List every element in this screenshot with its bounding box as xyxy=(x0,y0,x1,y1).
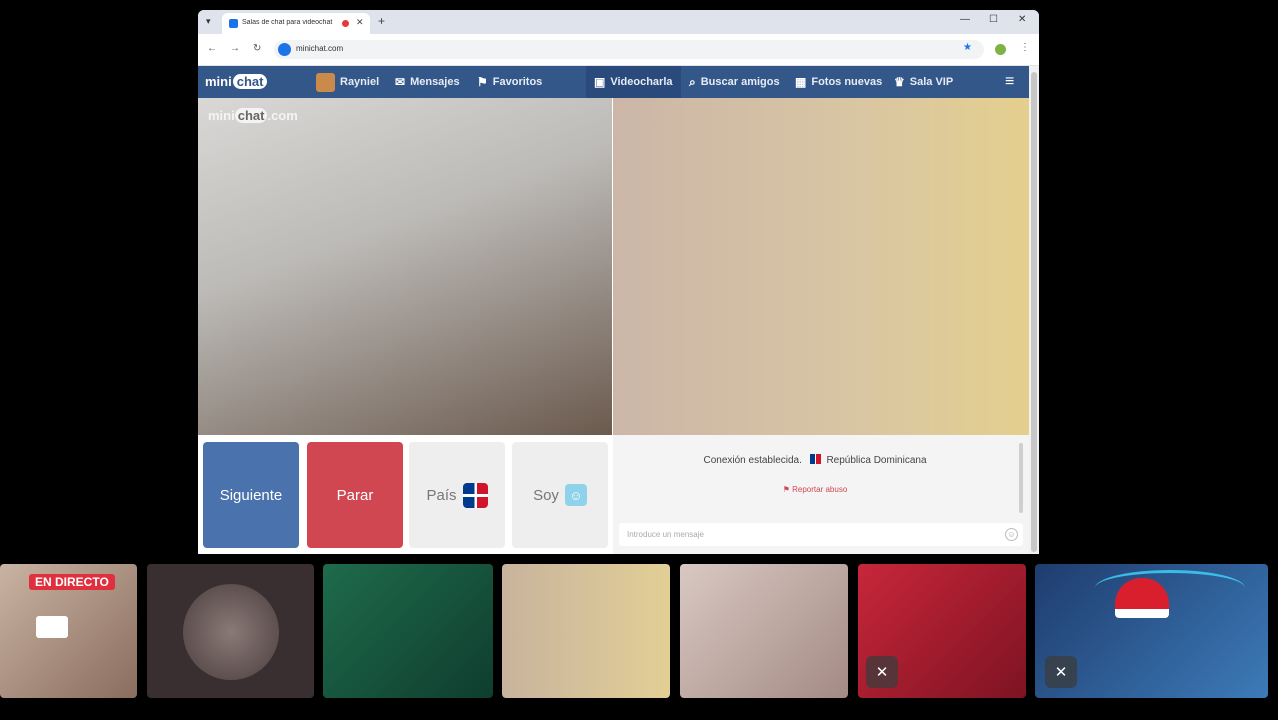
stream-thumbnail-1[interactable]: EN DIRECTO xyxy=(0,564,137,698)
country-filter-button[interactable]: País xyxy=(409,442,505,548)
soy-label: Soy xyxy=(533,486,559,504)
close-tab-icon[interactable]: ✕ xyxy=(356,17,364,28)
minichat-logo[interactable]: mini chat xyxy=(205,74,268,89)
country-label: País xyxy=(426,486,457,504)
nav-item-vip[interactable]: ♛ Sala VIP xyxy=(894,66,953,98)
url-text: minichat.com xyxy=(296,44,344,53)
menu-icon[interactable]: ⋮ xyxy=(1020,42,1030,53)
bookmark-star-icon[interactable]: ★ xyxy=(963,42,972,53)
flag-icon: ⚑ xyxy=(782,485,790,494)
self-video xyxy=(613,98,1029,435)
nav-item-new-photos[interactable]: ▦ Fotos nuevas xyxy=(795,66,882,98)
nav-label: Sala VIP xyxy=(909,76,954,88)
maximize-icon[interactable]: ☐ xyxy=(989,14,998,25)
report-label: Reportar abuso xyxy=(792,485,848,494)
stop-button[interactable]: Parar xyxy=(307,442,403,548)
tab-bar: ▾ Salas de chat para videochat ✕ + — ☐ ✕ xyxy=(198,10,1039,34)
new-tab-icon[interactable]: + xyxy=(378,14,385,28)
stream-thumbnail-3[interactable] xyxy=(323,564,493,698)
screen-share-icon xyxy=(36,616,68,638)
tab-title: Salas de chat para videochat xyxy=(242,19,333,26)
site-navbar: mini chat Rayniel ✉ Mensajes ⚑ Favoritos … xyxy=(198,66,1029,98)
crown-icon: ♛ xyxy=(894,75,905,89)
browser-tab[interactable]: Salas de chat para videochat ✕ xyxy=(222,13,370,34)
nav-item-favorites[interactable]: ⚑ Favoritos xyxy=(477,66,542,98)
forward-icon[interactable]: → xyxy=(230,43,240,54)
screen: ▾ Salas de chat para videochat ✕ + — ☐ ✕… xyxy=(0,0,1278,720)
mic-muted-icon[interactable]: ✕ xyxy=(866,656,898,688)
nav-item-videochat[interactable]: ▣ Videocharla xyxy=(586,66,681,98)
site-info-icon[interactable] xyxy=(278,43,291,56)
nav-label: Buscar amigos xyxy=(700,76,780,88)
minimize-icon[interactable]: — xyxy=(960,14,970,25)
nav-item-find-friends[interactable]: ⌕ Buscar amigos xyxy=(689,66,780,98)
nav-label: Mensajes xyxy=(410,76,460,88)
stream-thumbnail-2[interactable] xyxy=(147,564,314,698)
profile-icon[interactable] xyxy=(995,44,1006,55)
circle-video xyxy=(183,584,279,680)
message-input[interactable]: Introduce un mensaje ☺ xyxy=(619,523,1023,546)
logo-badge: chat xyxy=(232,74,268,89)
person-icon: ☺ xyxy=(564,484,587,506)
browser-window: ▾ Salas de chat para videochat ✕ + — ☐ ✕… xyxy=(198,10,1039,554)
envelope-icon: ✉ xyxy=(395,75,406,89)
live-badge: EN DIRECTO xyxy=(29,574,115,590)
nav-item-profile[interactable]: Rayniel xyxy=(316,66,379,98)
search-icon: ⌕ xyxy=(689,74,696,89)
url-field[interactable]: minichat.com xyxy=(274,40,984,59)
stop-label: Parar xyxy=(336,486,374,504)
chat-scrollbar[interactable] xyxy=(1019,443,1023,513)
dominican-flag-icon xyxy=(809,454,821,464)
logo-prefix: mini xyxy=(205,74,232,89)
reload-icon[interactable]: ↻ xyxy=(253,43,261,54)
tab-search-icon[interactable]: ▾ xyxy=(206,16,211,27)
nav-item-messages[interactable]: ✉ Mensajes xyxy=(395,66,460,98)
video-watermark: mini chat .com xyxy=(208,108,298,123)
user-avatar xyxy=(316,72,335,92)
gender-select-button[interactable]: Soy ☺ xyxy=(512,442,608,548)
bookmark-icon: ⚑ xyxy=(477,75,488,89)
nav-label: Fotos nuevas xyxy=(811,76,883,88)
watermark-badge: chat xyxy=(234,108,268,123)
nav-label: Favoritos xyxy=(492,76,543,88)
partner-video: mini chat .com xyxy=(198,98,612,435)
video-chat-icon: ▣ xyxy=(594,75,606,89)
stream-thumbnail-7[interactable]: ✕ xyxy=(1035,564,1268,698)
watermark-suffix: .com xyxy=(267,108,298,123)
recording-icon xyxy=(342,20,349,27)
nav-label: Rayniel xyxy=(340,76,380,88)
stream-thumbnail-5[interactable] xyxy=(680,564,848,698)
chat-controls: Siguiente Parar País Soy ☺ xyxy=(198,435,612,554)
country-name: República Dominicana xyxy=(826,455,927,466)
report-abuse-link[interactable]: ⚑ Reportar abuso xyxy=(613,485,1017,494)
stream-thumbnail-4[interactable] xyxy=(502,564,670,698)
next-label: Siguiente xyxy=(219,486,283,504)
nav-label: Videocharla xyxy=(610,76,673,88)
stream-thumbnail-6[interactable]: ✕ xyxy=(858,564,1026,698)
mic-muted-icon[interactable]: ✕ xyxy=(1045,656,1077,688)
dominican-flag-icon xyxy=(462,482,488,508)
back-icon[interactable]: ← xyxy=(207,43,217,54)
chat-panel: Conexión establecida. República Dominica… xyxy=(613,435,1029,554)
address-bar: ← → ↻ minichat.com ★ ⋮ xyxy=(198,34,1039,66)
message-placeholder: Introduce un mensaje xyxy=(627,530,704,539)
page-scrollbar[interactable] xyxy=(1029,66,1039,554)
emoji-icon[interactable]: ☺ xyxy=(1005,528,1018,541)
status-text: Conexión establecida. xyxy=(703,455,802,466)
connection-status: Conexión establecida. República Dominica… xyxy=(613,454,1017,466)
close-window-icon[interactable]: ✕ xyxy=(1018,14,1026,25)
scrollbar-thumb[interactable] xyxy=(1031,72,1037,552)
next-button[interactable]: Siguiente xyxy=(203,442,299,548)
tab-favicon xyxy=(229,19,238,28)
watermark-prefix: mini xyxy=(208,108,235,123)
photos-icon: ▦ xyxy=(795,75,807,89)
hamburger-menu-icon[interactable]: ≡ xyxy=(1005,73,1014,91)
